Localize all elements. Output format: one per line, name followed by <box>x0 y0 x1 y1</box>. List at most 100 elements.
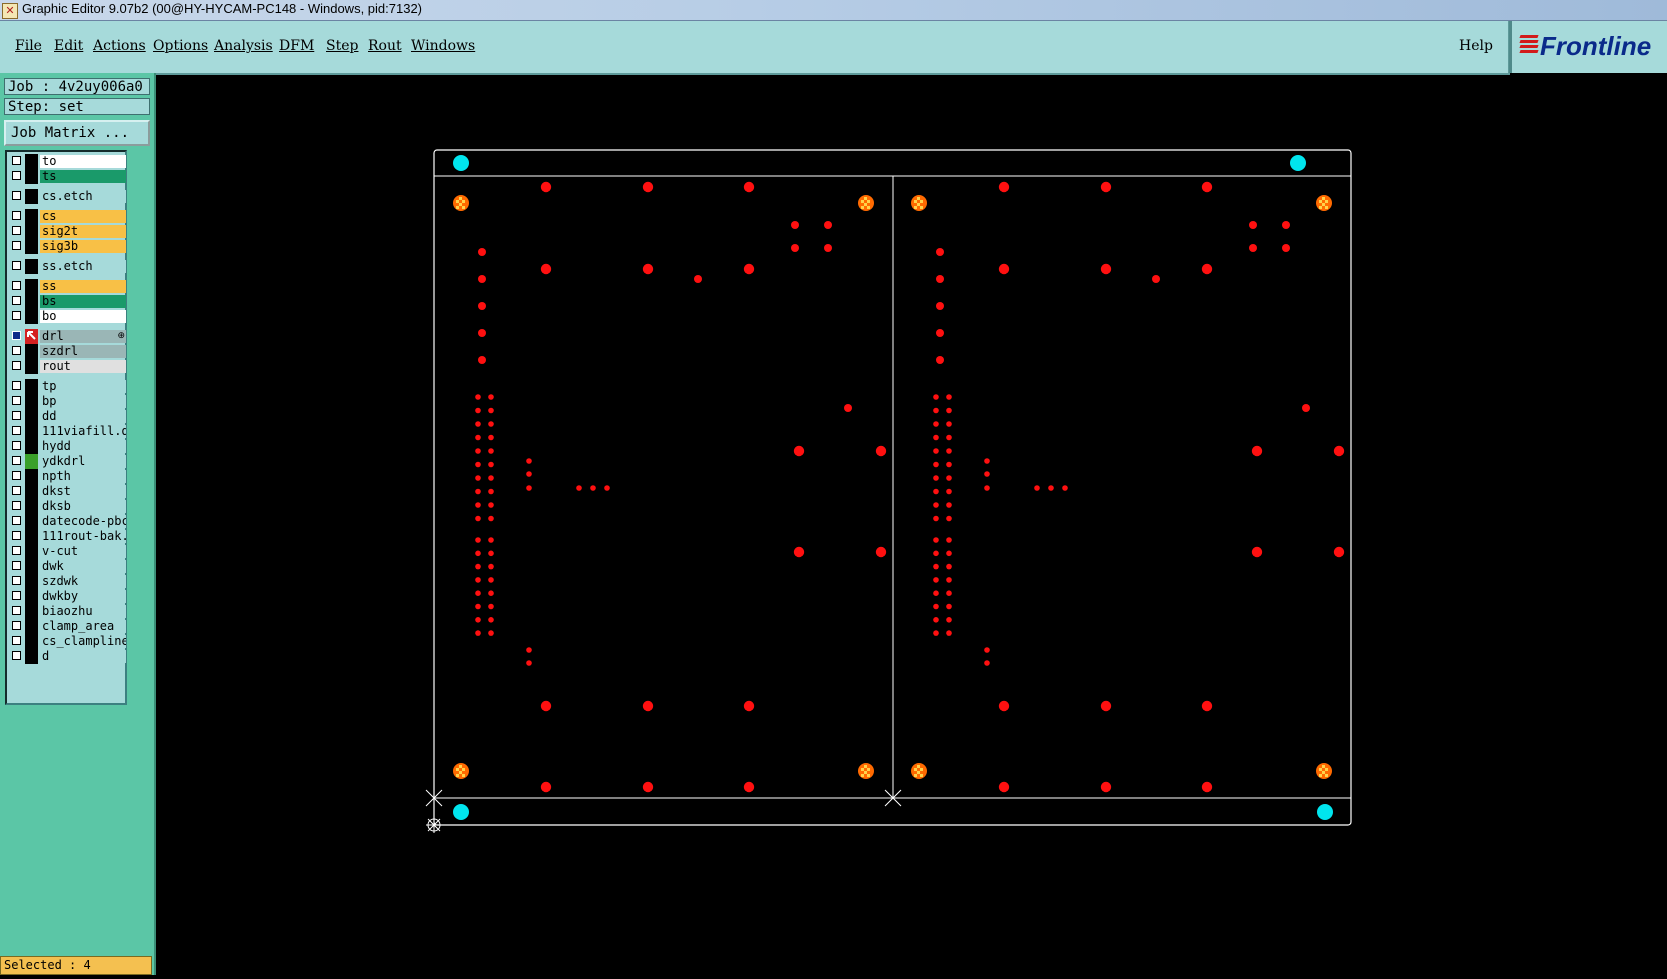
layer-row-bs[interactable]: bs <box>10 294 126 309</box>
layer-color-swatch[interactable] <box>25 559 38 574</box>
layer-row-v-cut[interactable]: v-cut <box>10 544 126 559</box>
layer-color-swatch[interactable] <box>25 424 38 439</box>
layer-color-swatch[interactable] <box>25 259 38 274</box>
layer-color-swatch[interactable] <box>25 484 38 499</box>
layer-checkbox[interactable] <box>12 501 21 510</box>
layer-checkbox[interactable] <box>12 531 21 540</box>
layer-checkbox[interactable] <box>12 441 21 450</box>
layer-checkbox[interactable] <box>12 331 21 340</box>
layer-row-ts[interactable]: ts <box>10 169 126 184</box>
layer-row-rout[interactable]: rout <box>10 359 126 374</box>
layer-checkbox[interactable] <box>12 636 21 645</box>
layer-row-drl[interactable]: drl ⊕ <box>10 329 126 344</box>
layer-row-cs[interactable]: cs <box>10 209 126 224</box>
layer-checkbox[interactable] <box>12 591 21 600</box>
menu-file[interactable]: File <box>15 38 42 54</box>
layer-color-swatch[interactable] <box>25 169 38 184</box>
layer-row-ss-etch[interactable]: ss.etch <box>10 259 126 274</box>
graphic-canvas[interactable] <box>156 75 1667 975</box>
layer-color-swatch[interactable] <box>25 209 38 224</box>
layer-row-111viafill-d[interactable]: 111viafill.d <box>10 424 126 439</box>
layer-checkbox[interactable] <box>12 241 21 250</box>
layer-checkbox[interactable] <box>12 361 21 370</box>
active-layer-icon[interactable] <box>25 329 38 344</box>
layer-checkbox[interactable] <box>12 191 21 200</box>
layer-row-sig2t[interactable]: sig2t <box>10 224 126 239</box>
layer-color-swatch[interactable] <box>25 239 38 254</box>
layer-row-szdwk[interactable]: szdwk <box>10 574 126 589</box>
layer-checkbox[interactable] <box>12 381 21 390</box>
layer-row-ydkdrl[interactable]: ydkdrl <box>10 454 126 469</box>
layer-color-swatch[interactable] <box>25 439 38 454</box>
layer-checkbox[interactable] <box>12 156 21 165</box>
layer-row-sig3b[interactable]: sig3b <box>10 239 126 254</box>
menu-rout[interactable]: Rout <box>368 38 402 54</box>
menu-actions[interactable]: Actions <box>93 38 146 54</box>
layer-row-datecode-pbc[interactable]: datecode-pbc <box>10 514 126 529</box>
layer-row-cs-clampline[interactable]: cs_clampline <box>10 634 126 649</box>
layer-row-111rout-bak-[interactable]: 111rout-bak. <box>10 529 126 544</box>
menu-options[interactable]: Options <box>153 38 208 54</box>
layer-row-szdrl[interactable]: szdrl <box>10 344 126 359</box>
layer-row-d[interactable]: d <box>10 649 126 664</box>
layer-color-swatch[interactable] <box>25 529 38 544</box>
layer-checkbox[interactable] <box>12 396 21 405</box>
layer-row-npth[interactable]: npth <box>10 469 126 484</box>
layer-checkbox[interactable] <box>12 546 21 555</box>
layer-color-swatch[interactable] <box>25 454 38 469</box>
layer-color-swatch[interactable] <box>25 634 38 649</box>
layer-color-swatch[interactable] <box>25 574 38 589</box>
layer-color-swatch[interactable] <box>25 649 38 664</box>
layer-checkbox[interactable] <box>12 346 21 355</box>
layer-color-swatch[interactable] <box>25 544 38 559</box>
layer-checkbox[interactable] <box>12 606 21 615</box>
layer-color-swatch[interactable] <box>25 279 38 294</box>
layer-checkbox[interactable] <box>12 311 21 320</box>
layer-color-swatch[interactable] <box>25 294 38 309</box>
layer-color-swatch[interactable] <box>25 589 38 604</box>
layer-color-swatch[interactable] <box>25 619 38 634</box>
layer-checkbox[interactable] <box>12 171 21 180</box>
layer-color-swatch[interactable] <box>25 469 38 484</box>
layer-color-swatch[interactable] <box>25 309 38 324</box>
layer-row-to[interactable]: to <box>10 154 126 169</box>
layer-color-swatch[interactable] <box>25 514 38 529</box>
layer-checkbox[interactable] <box>12 211 21 220</box>
layer-checkbox[interactable] <box>12 516 21 525</box>
layer-row-dkst[interactable]: dkst <box>10 484 126 499</box>
layer-color-swatch[interactable] <box>25 344 38 359</box>
layer-checkbox[interactable] <box>12 281 21 290</box>
menu-analysis[interactable]: Analysis <box>214 38 273 54</box>
layer-checkbox[interactable] <box>12 576 21 585</box>
layer-checkbox[interactable] <box>12 411 21 420</box>
layer-checkbox[interactable] <box>12 561 21 570</box>
layer-row-dwkby[interactable]: dwkby <box>10 589 126 604</box>
layer-row-ss[interactable]: ss <box>10 279 126 294</box>
layer-checkbox[interactable] <box>12 296 21 305</box>
layer-checkbox[interactable] <box>12 471 21 480</box>
layer-checkbox[interactable] <box>12 261 21 270</box>
menu-dfm[interactable]: DFM <box>279 38 314 54</box>
layer-checkbox[interactable] <box>12 621 21 630</box>
menu-windows[interactable]: Windows <box>411 38 475 54</box>
menu-step[interactable]: Step <box>326 38 358 54</box>
layer-checkbox[interactable] <box>12 651 21 660</box>
layer-row-cs-etch[interactable]: cs.etch <box>10 189 126 204</box>
layer-color-swatch[interactable] <box>25 359 38 374</box>
layer-row-clamp-area[interactable]: clamp_area <box>10 619 126 634</box>
layer-row-hydd[interactable]: hydd <box>10 439 126 454</box>
layer-row-bo[interactable]: bo <box>10 309 126 324</box>
layer-color-swatch[interactable] <box>25 154 38 169</box>
layer-checkbox[interactable] <box>12 226 21 235</box>
layer-checkbox[interactable] <box>12 456 21 465</box>
layer-color-swatch[interactable] <box>25 604 38 619</box>
layer-checkbox[interactable] <box>12 426 21 435</box>
layer-row-dwk[interactable]: dwk <box>10 559 126 574</box>
layer-color-swatch[interactable] <box>25 379 38 394</box>
job-matrix-button[interactable]: Job Matrix ... <box>4 120 150 146</box>
layer-color-swatch[interactable] <box>25 189 38 204</box>
layer-row-biaozhu[interactable]: biaozhu <box>10 604 126 619</box>
menu-edit[interactable]: Edit <box>54 38 83 54</box>
layer-color-swatch[interactable] <box>25 499 38 514</box>
layer-checkbox[interactable] <box>12 486 21 495</box>
